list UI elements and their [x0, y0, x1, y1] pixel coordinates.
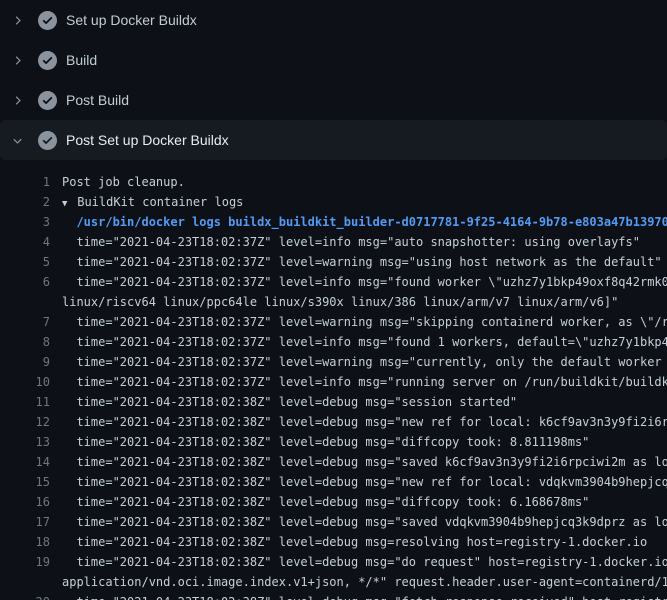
- log-line-text: time="2021-04-23T18:02:38Z" level=debug …: [62, 392, 517, 412]
- step-label: Build: [66, 52, 97, 68]
- log-line: 7 time="2021-04-23T18:02:37Z" level=warn…: [0, 312, 667, 332]
- log-line: 14 time="2021-04-23T18:02:38Z" level=deb…: [0, 452, 667, 472]
- log-line-text: time="2021-04-23T18:02:38Z" level=debug …: [62, 412, 667, 432]
- log-line: 1 Post job cleanup.: [0, 172, 667, 192]
- log-line: 15 time="2021-04-23T18:02:38Z" level=deb…: [0, 472, 667, 492]
- step-row-post-build[interactable]: Post Build: [0, 80, 667, 120]
- log-line: 19 time="2021-04-23T18:02:38Z" level=deb…: [0, 552, 667, 572]
- log-line: 5 time="2021-04-23T18:02:37Z" level=warn…: [0, 252, 667, 272]
- chevron-right-icon: [11, 54, 24, 67]
- log-line-number[interactable]: 19: [0, 552, 50, 572]
- check-circle-icon: [38, 91, 57, 110]
- step-label: Set up Docker Buildx: [66, 12, 197, 28]
- chevron-down-icon: [11, 134, 24, 147]
- log-viewer: 1 Post job cleanup. 2 ▼ BuildKit container …: [0, 160, 667, 600]
- log-line: 20 time="2021-04-23T18:02:38Z" level=deb…: [0, 592, 667, 600]
- log-line-number: [0, 292, 50, 312]
- log-line-text: time="2021-04-23T18:02:37Z" level=info m…: [62, 232, 640, 252]
- log-line: 17 time="2021-04-23T18:02:38Z" level=deb…: [0, 512, 667, 532]
- log-line-text: time="2021-04-23T18:02:37Z" level=warnin…: [62, 312, 667, 332]
- log-line-number[interactable]: 20: [0, 592, 50, 600]
- step-label: Post Set up Docker Buildx: [66, 132, 229, 148]
- log-line-number[interactable]: 7: [0, 312, 50, 332]
- steps-list: Set up Docker Buildx Build Post Build: [0, 0, 667, 160]
- log-group-collapse-icon[interactable]: ▼: [62, 194, 70, 212]
- log-line: 9 time="2021-04-23T18:02:37Z" level=warn…: [0, 352, 667, 372]
- log-line-number[interactable]: 8: [0, 332, 50, 352]
- actions-log-panel: Set up Docker Buildx Build Post Build: [0, 0, 667, 600]
- log-line-text: time="2021-04-23T18:02:38Z" level=debug …: [62, 492, 589, 512]
- log-line: 2 ▼ BuildKit container logs: [0, 192, 667, 212]
- log-line-text: time="2021-04-23T18:02:38Z" level=debug …: [62, 532, 647, 552]
- log-line: 12 time="2021-04-23T18:02:38Z" level=deb…: [0, 412, 667, 432]
- log-line-number[interactable]: 14: [0, 452, 50, 472]
- log-line: 18 time="2021-04-23T18:02:38Z" level=deb…: [0, 532, 667, 552]
- log-line-number[interactable]: 13: [0, 432, 50, 452]
- log-line-number[interactable]: 17: [0, 512, 50, 532]
- log-line-text: time="2021-04-23T18:02:37Z" level=info m…: [62, 332, 667, 352]
- log-line-number[interactable]: 1: [0, 172, 50, 192]
- log-line-text: time="2021-04-23T18:02:38Z" level=debug …: [62, 512, 667, 532]
- log-line-number[interactable]: 11: [0, 392, 50, 412]
- log-line-number[interactable]: 6: [0, 272, 50, 292]
- log-line-text: ▼ BuildKit container logs: [62, 192, 243, 212]
- log-line-number[interactable]: 5: [0, 252, 50, 272]
- log-line-number[interactable]: 18: [0, 532, 50, 552]
- log-line-number[interactable]: 2: [0, 192, 50, 212]
- log-line-text: time="2021-04-23T18:02:38Z" level=debug …: [62, 432, 589, 452]
- check-circle-icon: [38, 131, 57, 150]
- log-line-text: time="2021-04-23T18:02:37Z" level=warnin…: [62, 252, 662, 272]
- log-line-text: time="2021-04-23T18:02:37Z" level=warnin…: [62, 352, 667, 372]
- log-line-text: time="2021-04-23T18:02:37Z" level=info m…: [62, 372, 667, 392]
- log-line-text: time="2021-04-23T18:02:38Z" level=debug …: [62, 452, 667, 472]
- log-line-text: time="2021-04-23T18:02:37Z" level=info m…: [62, 272, 667, 292]
- log-line: 11 time="2021-04-23T18:02:38Z" level=deb…: [0, 392, 667, 412]
- chevron-right-icon: [11, 14, 24, 27]
- log-line-text: linux/riscv64 linux/ppc64le linux/s390x …: [62, 292, 618, 312]
- check-circle-icon: [38, 51, 57, 70]
- log-line: 3 /usr/bin/docker logs buildx_buildkit_b…: [0, 212, 667, 232]
- log-line: 6 time="2021-04-23T18:02:37Z" level=info…: [0, 272, 667, 292]
- log-line-text: Post job cleanup.: [62, 172, 185, 192]
- step-row-set-up-docker-buildx[interactable]: Set up Docker Buildx: [0, 0, 667, 40]
- step-label: Post Build: [66, 92, 129, 108]
- check-circle-icon: [38, 11, 57, 30]
- log-line-number[interactable]: 9: [0, 352, 50, 372]
- log-line-number: [0, 572, 50, 592]
- log-line-text: time="2021-04-23T18:02:38Z" level=debug …: [62, 592, 667, 600]
- log-line-continuation: application/vnd.oci.image.index.v1+json,…: [0, 572, 667, 592]
- log-line-number[interactable]: 16: [0, 492, 50, 512]
- log-line-number[interactable]: 12: [0, 412, 50, 432]
- step-row-build[interactable]: Build: [0, 40, 667, 80]
- log-line-number[interactable]: 15: [0, 472, 50, 492]
- log-line: 8 time="2021-04-23T18:02:37Z" level=info…: [0, 332, 667, 352]
- log-line-text: application/vnd.oci.image.index.v1+json,…: [62, 572, 667, 592]
- chevron-right-icon: [11, 94, 24, 107]
- log-line: 13 time="2021-04-23T18:02:38Z" level=deb…: [0, 432, 667, 452]
- log-line-number[interactable]: 10: [0, 372, 50, 392]
- log-line-number[interactable]: 4: [0, 232, 50, 252]
- log-line-text: time="2021-04-23T18:02:38Z" level=debug …: [62, 472, 667, 492]
- log-line-text: /usr/bin/docker logs buildx_buildkit_bui…: [62, 212, 667, 232]
- log-line-text: time="2021-04-23T18:02:38Z" level=debug …: [62, 552, 667, 572]
- log-line: 10 time="2021-04-23T18:02:37Z" level=inf…: [0, 372, 667, 392]
- step-row-post-set-up-docker-buildx[interactable]: Post Set up Docker Buildx: [0, 120, 667, 160]
- log-line: 16 time="2021-04-23T18:02:38Z" level=deb…: [0, 492, 667, 512]
- log-line: 4 time="2021-04-23T18:02:37Z" level=info…: [0, 232, 667, 252]
- log-line-number[interactable]: 3: [0, 212, 50, 232]
- log-line-continuation: linux/riscv64 linux/ppc64le linux/s390x …: [0, 292, 667, 312]
